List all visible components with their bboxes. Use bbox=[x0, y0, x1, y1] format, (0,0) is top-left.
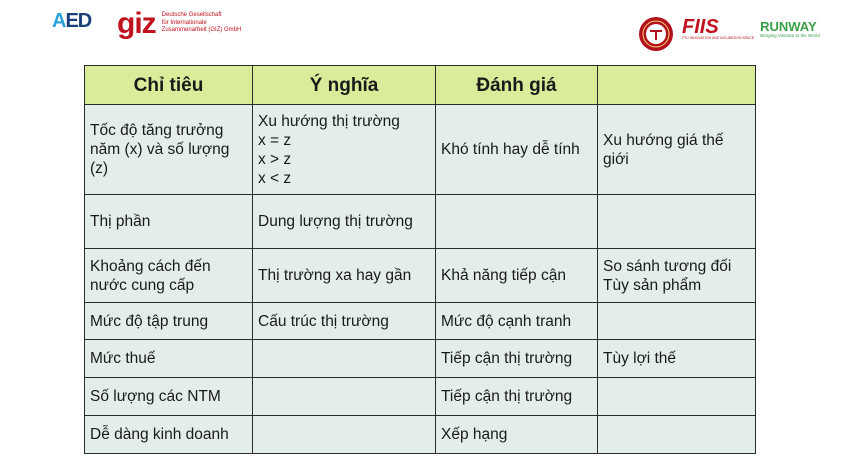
cell-evaluation bbox=[435, 194, 598, 249]
cell-note bbox=[597, 415, 756, 454]
cell-criterion: Số lượng các NTM bbox=[84, 377, 253, 416]
table-row: Mức độ tập trung Cấu trúc thị trường Mức… bbox=[84, 302, 756, 340]
cell-evaluation: Tiếp cận thị trường bbox=[435, 377, 598, 416]
runway-tagline: Bringing Vietnam to the World bbox=[760, 32, 820, 38]
table-row: Khoảng cách đến nước cung cấp Thị trường… bbox=[84, 248, 756, 303]
cell-note bbox=[597, 302, 756, 340]
cell-meaning: Thị trường xa hay gần bbox=[252, 248, 436, 303]
cell-note bbox=[597, 194, 756, 249]
cell-meaning: Cấu trúc thị trường bbox=[252, 302, 436, 340]
cell-criterion: Tốc độ tăng trưởng năm (x) và số lượng (… bbox=[84, 104, 253, 195]
giz-description: Deutsche Gesellschaft für Internationale… bbox=[161, 12, 242, 33]
header-criterion: Chỉ tiêu bbox=[84, 65, 253, 105]
cell-criterion: Mức thuế bbox=[84, 339, 253, 378]
fiis-runway-logo: FIIS FTU INNOVATION AND INCUBATION SPACE… bbox=[682, 16, 820, 40]
ftu-seal-logo bbox=[638, 16, 674, 57]
runway-wordmark: RUNWAY bbox=[760, 18, 817, 34]
table-row: Mức thuế Tiếp cận thị trường Tùy lợi thế bbox=[84, 339, 756, 378]
cell-note bbox=[597, 377, 756, 416]
cell-note: So sánh tương đối Tùy sản phẩm bbox=[597, 248, 756, 303]
header-note bbox=[597, 65, 756, 105]
cell-criterion: Mức độ tập trung bbox=[84, 302, 253, 340]
table-header-row: Chỉ tiêu Ý nghĩa Đánh giá bbox=[84, 65, 756, 105]
fiis-wordmark: FIIS bbox=[682, 16, 719, 38]
cell-meaning bbox=[252, 415, 436, 454]
cell-note: Tùy lợi thế bbox=[597, 339, 756, 378]
cell-evaluation: Tiếp cận thị trường bbox=[435, 339, 598, 378]
header-evaluation: Đánh giá bbox=[435, 65, 598, 105]
table-row: Tốc độ tăng trưởng năm (x) và số lượng (… bbox=[84, 104, 756, 195]
table-row: Thị phần Dung lượng thị trường bbox=[84, 194, 756, 249]
aed-logo: AED bbox=[52, 10, 92, 32]
cell-meaning bbox=[252, 339, 436, 378]
cell-evaluation: Xếp hạng bbox=[435, 415, 598, 454]
criteria-table: Chỉ tiêu Ý nghĩa Đánh giá Tốc độ tăng tr… bbox=[84, 65, 756, 454]
cell-evaluation: Mức độ cạnh tranh bbox=[435, 302, 598, 340]
cell-meaning: Xu hướng thị trường x = z x > z x < z bbox=[252, 104, 436, 195]
table-row: Dễ dàng kinh doanh Xếp hạng bbox=[84, 415, 756, 454]
header-meaning: Ý nghĩa bbox=[252, 65, 436, 105]
cell-criterion: Khoảng cách đến nước cung cấp bbox=[84, 248, 253, 303]
cell-note: Xu hướng giá thế giới bbox=[597, 104, 756, 195]
cell-criterion: Dễ dàng kinh doanh bbox=[84, 415, 253, 454]
giz-wordmark: giz bbox=[117, 7, 157, 40]
giz-logo: giz Deutsche Gesellschaft für Internatio… bbox=[117, 7, 302, 40]
cell-evaluation: Khó tính hay dễ tính bbox=[435, 104, 598, 195]
table-row: Số lượng các NTM Tiếp cận thị trường bbox=[84, 377, 756, 416]
cell-evaluation: Khả năng tiếp cận bbox=[435, 248, 598, 303]
cell-meaning: Dung lượng thị trường bbox=[252, 194, 436, 249]
cell-criterion: Thị phần bbox=[84, 194, 253, 249]
cell-meaning bbox=[252, 377, 436, 416]
